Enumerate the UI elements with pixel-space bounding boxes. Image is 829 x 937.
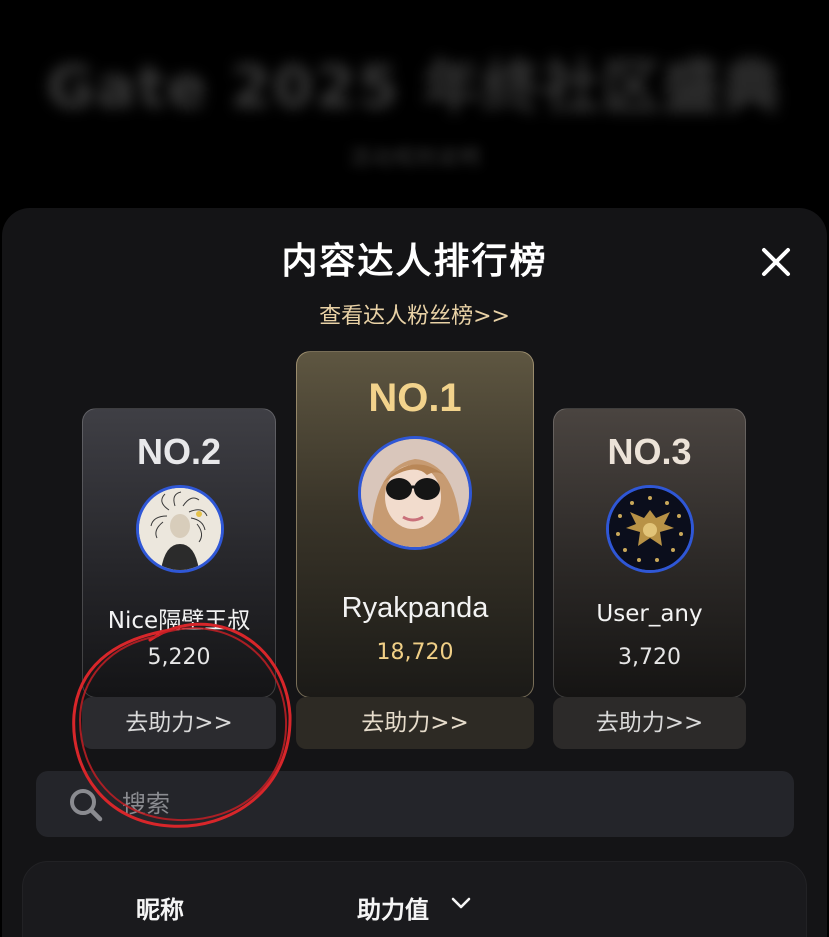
user-name: Ryakpanda xyxy=(341,592,489,624)
avatar xyxy=(358,436,472,550)
fans-leaderboard-link[interactable]: 查看达人粉丝榜>> xyxy=(0,298,829,330)
avatar xyxy=(136,485,224,573)
background-subtitle: 活动规则说明 xyxy=(348,146,481,171)
rank-card-3[interactable]: NO.3 User_any 3,720 xyxy=(553,408,746,698)
help-score: 3,720 xyxy=(618,645,681,670)
rank-card-1[interactable]: NO.1 Ryakpanda 18,720 xyxy=(296,351,534,698)
help-score: 18,720 xyxy=(376,640,454,665)
sheet-title: 内容达人排行榜 xyxy=(281,241,548,282)
search-icon xyxy=(70,789,103,822)
rank-label: NO.2 xyxy=(136,431,222,472)
search-input[interactable] xyxy=(122,771,722,837)
search-bar[interactable] xyxy=(36,771,794,837)
user-name: User_any xyxy=(596,601,703,627)
rank-label: NO.3 xyxy=(607,431,692,472)
avatar xyxy=(606,485,694,573)
user-name: Nice隔壁王叔 xyxy=(107,608,251,634)
help-button-rank-3[interactable]: 去助力>> xyxy=(553,697,746,749)
help-button-rank-1[interactable]: 去助力>> xyxy=(296,697,534,749)
column-header-help-value[interactable]: 助力值 xyxy=(357,890,429,925)
column-header-nickname: 昵称 xyxy=(136,896,184,924)
chevron-down-icon[interactable] xyxy=(450,896,472,910)
close-icon xyxy=(762,248,790,276)
rank-card-2[interactable]: NO.2 Nice隔壁王叔 5,220 xyxy=(82,408,276,698)
help-score: 5,220 xyxy=(147,645,211,670)
help-button-rank-2[interactable]: 去助力>> xyxy=(82,697,276,749)
rank-label: NO.1 xyxy=(368,376,462,420)
close-button[interactable] xyxy=(756,242,796,282)
background-title: Gate 2025 年终社区盛典 xyxy=(46,53,783,121)
